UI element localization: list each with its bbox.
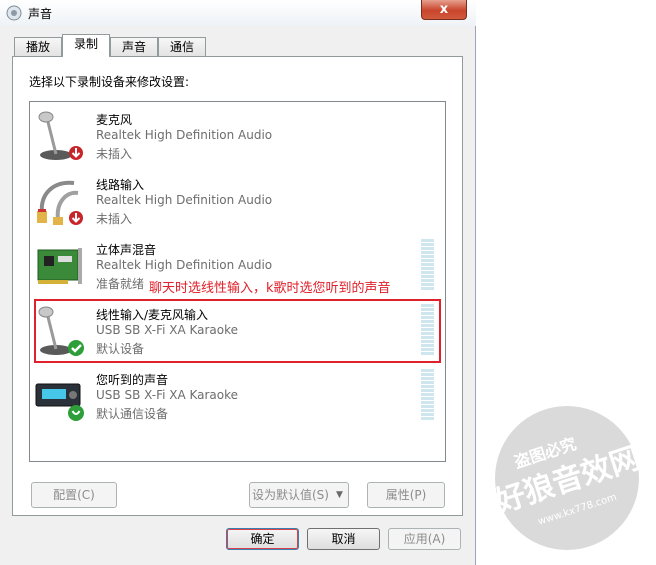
device-name: 线路输入 — [96, 178, 145, 192]
microphone-icon — [38, 111, 83, 160]
configure-button[interactable]: 配置(C) — [31, 482, 117, 508]
sound-card-icon — [37, 248, 82, 284]
tab-communications[interactable]: 通信 — [158, 37, 206, 56]
annotation-highlight-box — [34, 299, 441, 363]
device-driver: Realtek High Definition Audio — [96, 258, 273, 272]
close-button[interactable]: x — [421, 0, 467, 20]
device-driver: USB SB X-Fi XA Karaoke — [96, 388, 239, 402]
device-item-line-in[interactable]: 线路输入 Realtek High Definition Audio 未插入 — [30, 169, 445, 231]
instruction-text: 选择以下录制设备来修改设置: — [29, 75, 190, 89]
tab-recording[interactable]: 录制 — [62, 34, 110, 57]
device-status: 未插入 — [96, 147, 133, 161]
speaker-icon — [6, 5, 22, 21]
device-driver: Realtek High Definition Audio — [96, 193, 273, 207]
device-name: 您听到的声音 — [96, 373, 169, 387]
set-default-button[interactable]: 设为默认值(S) — [249, 482, 332, 508]
watermark-logo: 盗图必究 好狼音效网 www.kx778.com — [490, 406, 645, 550]
set-default-dropdown-arrow-icon[interactable]: ▼ — [331, 482, 349, 508]
line-in-cable-icon — [37, 180, 83, 225]
properties-button[interactable]: 属性(P) — [367, 482, 445, 508]
level-meter — [421, 369, 434, 421]
device-status: 未插入 — [96, 212, 133, 226]
device-name: 麦克风 — [96, 113, 133, 127]
tab-playback[interactable]: 播放 — [14, 37, 62, 56]
ok-button[interactable]: 确定 — [226, 528, 299, 550]
device-item-what-you-hear[interactable]: 您听到的声音 USB SB X-Fi XA Karaoke 默认通信设备 — [30, 364, 445, 426]
level-meter — [421, 239, 434, 291]
annotation-text: 聊天时选线性输入，k歌时选您听到的声音 — [147, 277, 393, 296]
device-status: 默认通信设备 — [96, 407, 169, 421]
tab-sounds[interactable]: 声音 — [110, 37, 158, 56]
device-item-microphone[interactable]: 麦克风 Realtek High Definition Audio 未插入 — [30, 104, 445, 166]
apply-button[interactable]: 应用(A) — [388, 528, 461, 550]
title-bar[interactable]: 声音 x — [0, 0, 476, 26]
device-driver: Realtek High Definition Audio — [96, 128, 273, 142]
cancel-button[interactable]: 取消 — [307, 528, 380, 550]
window-title: 声音 — [28, 7, 53, 21]
device-name: 立体声混音 — [96, 243, 157, 257]
device-status: 准备就绪 — [96, 277, 145, 291]
sound-dialog: 声音 x 播放 录制 声音 通信 选择以下录制设备来修改设置: 麦克风 Real… — [0, 0, 476, 565]
audio-device-icon — [35, 383, 84, 421]
